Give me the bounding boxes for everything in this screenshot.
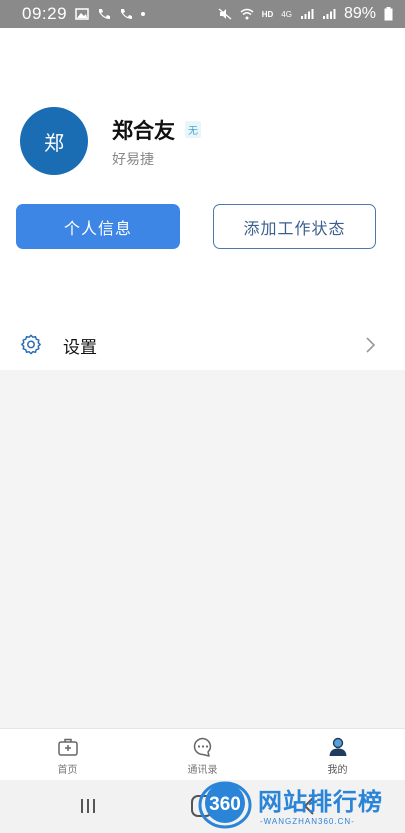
personal-info-button[interactable]: 个人信息 [16, 204, 180, 249]
tab-contacts[interactable]: 通讯录 [135, 729, 270, 781]
recents-icon[interactable] [79, 797, 97, 815]
watermark-title: 网站排行榜 [258, 788, 383, 816]
settings-label: 设置 [63, 338, 97, 358]
tab-contacts-label: 通讯录 [187, 765, 218, 776]
gallery-icon [75, 8, 89, 20]
mute-icon [218, 8, 232, 20]
call-icon-2 [121, 9, 133, 19]
signal-icon [300, 9, 314, 19]
tab-mine-label: 我的 [327, 765, 348, 776]
hd-indicator: HD [261, 9, 274, 19]
network-type: 4G [281, 9, 292, 19]
chat-bubble-icon [193, 737, 211, 757]
avatar[interactable]: 郑 [20, 107, 88, 175]
tab-bar: 首页 通讯录 我的 [0, 728, 405, 780]
status-right: HD 4G 89% [218, 5, 393, 23]
user-company: 好易捷 [112, 152, 154, 168]
notification-dot-icon [141, 12, 146, 16]
status-time: 09:29 [22, 4, 68, 23]
add-work-status-button[interactable]: 添加工作状态 [213, 204, 376, 249]
chevron-right-icon [366, 337, 376, 353]
profile-card: 郑 郑合友 无 好易捷 个人信息 添加工作状态 设置 [0, 28, 405, 370]
battery-percent: 89% [343, 5, 376, 22]
watermark: 360 网站排行榜 -WANGZHAN360.CN- [196, 777, 405, 833]
person-icon [329, 737, 346, 756]
user-name: 郑合友 [112, 119, 175, 143]
signal-icon-2 [322, 9, 336, 19]
tab-mine[interactable]: 我的 [270, 729, 405, 781]
settings-row[interactable]: 设置 [0, 320, 405, 370]
tab-home-label: 首页 [57, 765, 78, 776]
360-logo-text: 360 [209, 794, 241, 815]
status-bar: 09:29 HD 4G 89% [0, 0, 405, 28]
briefcase-icon [57, 738, 78, 756]
watermark-subtitle: -WANGZHAN360.CN- [260, 817, 355, 826]
status-badge: 无 [185, 121, 201, 138]
status-left: 09:29 [22, 4, 146, 24]
wifi-icon [240, 8, 254, 20]
360-logo-icon: 360 [198, 781, 252, 829]
tab-home[interactable]: 首页 [0, 729, 135, 781]
battery-icon [384, 7, 393, 21]
gear-icon [21, 334, 41, 355]
call-icon [99, 9, 111, 19]
